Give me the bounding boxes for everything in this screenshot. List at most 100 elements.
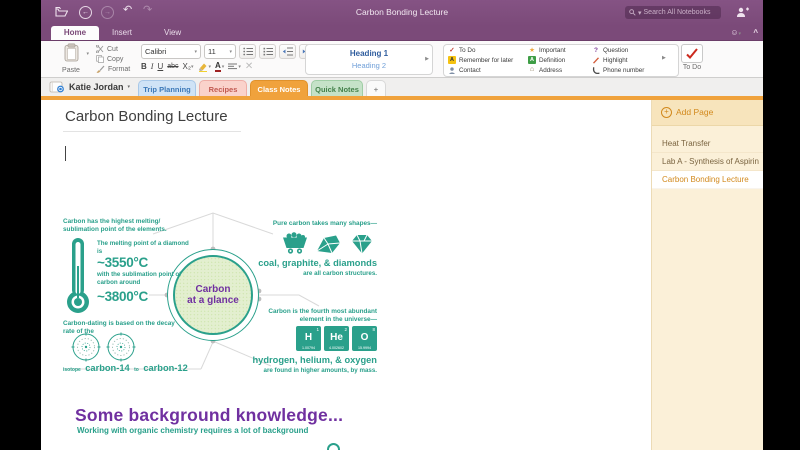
search-input[interactable]: ▾ Search All Notebooks: [625, 6, 721, 19]
star-icon: ★: [528, 47, 536, 55]
tag-definition[interactable]: A Definition: [528, 56, 592, 66]
atomic-number: 8: [372, 327, 375, 332]
add-page-button[interactable]: + Add Page: [652, 100, 763, 126]
paragraph-align-button[interactable]: ▾: [228, 63, 241, 71]
tab-insert[interactable]: Insert: [103, 26, 141, 40]
tag-phone[interactable]: Phone number: [592, 65, 664, 75]
notebook-dropdown-icon: ▾: [128, 84, 131, 90]
cut-button[interactable]: Cut: [96, 44, 130, 54]
tags-gallery: ✓ To Do A Remember for later Contact ★ I…: [443, 44, 679, 77]
page-list-sidebar: + Add Page Heat Transfer Lab A - Synthes…: [651, 100, 763, 450]
element-tile-he: 2 He 4.002602: [324, 326, 349, 351]
carbon-12: carbon-12: [143, 363, 187, 373]
tag-address[interactable]: ⌂ Address: [528, 65, 592, 75]
page-list-item[interactable]: Heat Transfer: [652, 135, 763, 153]
numbered-list-button[interactable]: [259, 44, 276, 59]
tag-label: To Do: [459, 47, 475, 54]
share-person-icon[interactable]: [736, 7, 749, 18]
style-heading1[interactable]: Heading 1: [306, 49, 432, 58]
paste-dropdown-icon[interactable]: ▾: [86, 51, 89, 57]
copy-button[interactable]: Copy: [96, 54, 130, 64]
person-icon: [448, 67, 456, 74]
notebook-switcher[interactable]: Katie Jordan ▾: [49, 81, 130, 93]
collapse-ribbon-icon[interactable]: ^: [753, 28, 758, 37]
format-painter-button[interactable]: Format: [96, 64, 130, 74]
tags-expand-icon[interactable]: ▶: [662, 55, 666, 61]
add-section-tab[interactable]: +: [366, 80, 386, 97]
tab-home[interactable]: Home: [51, 26, 99, 40]
onenote-window: ← → ↶ ↷ Carbon Bonding Lecture ▾ Search …: [41, 0, 763, 450]
italic-button[interactable]: I: [151, 62, 154, 71]
search-placeholder: Search All Notebooks: [644, 9, 711, 16]
decrease-indent-icon: [282, 47, 293, 56]
abundance-sub: are found in higher amounts, by mass.: [247, 367, 377, 374]
tab-view[interactable]: View: [155, 26, 190, 40]
melt-value: ~3550°C: [97, 255, 148, 270]
strikethrough-button[interactable]: abc: [167, 63, 178, 70]
tag-todo[interactable]: ✓ To Do: [448, 46, 528, 56]
isotope-joiner: to: [134, 367, 139, 373]
search-icon: [629, 9, 636, 16]
underline-button[interactable]: U: [157, 62, 163, 71]
align-lines-icon: [228, 63, 237, 71]
page-list-item-active[interactable]: Carbon Bonding Lecture: [652, 171, 763, 189]
tag-highlight[interactable]: Highlight: [592, 56, 664, 66]
checkmark-icon: ✓: [448, 47, 456, 55]
bullets-button[interactable]: [239, 44, 256, 59]
search-scope-dropdown-icon[interactable]: ▾: [638, 9, 642, 17]
ribbon-tab-row: Home Insert View ☺▾ ^: [41, 26, 763, 41]
paste-button[interactable]: ▾ Paste: [51, 43, 91, 74]
melting-heading: Carbon has the highest melting/ sublimat…: [63, 218, 185, 235]
section-tab-quick-notes[interactable]: Quick Notes: [311, 80, 363, 97]
smiley-feedback-icon[interactable]: ☺▾: [730, 28, 741, 37]
graphite-icon: [315, 234, 342, 255]
tag-important[interactable]: ★ Important: [528, 46, 592, 56]
bold-button[interactable]: B: [141, 62, 147, 71]
red-checkmark-icon: [686, 48, 698, 59]
notebook-name: Katie Jordan: [69, 82, 124, 92]
element-tile-o: 8 O 15.9994: [352, 326, 377, 351]
highlight-button[interactable]: ▾: [198, 62, 212, 72]
font-size-select[interactable]: 11 ▾: [204, 44, 236, 59]
partial-graphic: [327, 443, 340, 450]
numbered-list-icon: [263, 47, 273, 56]
abundance-heading: Carbon is the fourth most abundant eleme…: [247, 308, 377, 325]
tag-label: Address: [539, 67, 562, 74]
section-tab-trip-planning[interactable]: Trip Planning: [138, 80, 196, 97]
font-color-a-icon: A: [215, 61, 221, 72]
phone-icon: [592, 67, 600, 74]
section-subheading: Working with organic chemistry requires …: [77, 426, 308, 435]
section-tab-class-notes[interactable]: Class Notes: [250, 80, 308, 97]
diamond-icon: [347, 233, 377, 255]
font-size-dropdown-icon: ▾: [229, 49, 232, 55]
copy-label: Copy: [107, 56, 123, 63]
font-color-button[interactable]: A ▾: [215, 61, 224, 72]
paste-label: Paste: [51, 67, 91, 74]
add-page-label: Add Page: [676, 100, 713, 125]
page-title[interactable]: Carbon Bonding Lecture: [65, 108, 228, 125]
tag-label: Phone number: [603, 67, 644, 74]
styles-expand-icon[interactable]: ▶: [425, 56, 429, 62]
yellow-a-icon: A: [448, 56, 456, 64]
atomic-number: 1: [316, 327, 319, 332]
page-list-item[interactable]: Lab A - Synthesis of Aspirin: [652, 153, 763, 171]
tag-question[interactable]: ? Question: [592, 46, 664, 56]
shapes-sub: are all carbon structures.: [251, 270, 377, 277]
tag-label: Contact: [459, 67, 481, 74]
subscript-button[interactable]: X₂ ▾: [183, 62, 194, 71]
page-canvas[interactable]: Carbon Bonding Lecture: [41, 100, 651, 450]
todo-tag-button[interactable]: To Do: [677, 44, 707, 71]
styles-gallery: Heading 1 Heading 2 ▶: [305, 44, 433, 75]
melt-intro: The melting point of a diamond is: [97, 240, 189, 256]
style-heading2[interactable]: Heading 2: [306, 61, 432, 70]
section-tab-recipes[interactable]: Recipes: [199, 80, 247, 97]
atomic-mass: 4.002602: [324, 346, 349, 350]
tag-remember[interactable]: A Remember for later: [448, 56, 528, 66]
tag-contact[interactable]: Contact: [448, 65, 528, 75]
delete-button[interactable]: ✕: [245, 61, 253, 72]
font-family-select[interactable]: Calibri ▾: [141, 44, 201, 59]
notebook-icon: [49, 81, 65, 93]
atomic-mass: 15.9994: [352, 346, 377, 350]
tag-label: Important: [539, 47, 566, 54]
decrease-indent-button[interactable]: [279, 44, 296, 59]
